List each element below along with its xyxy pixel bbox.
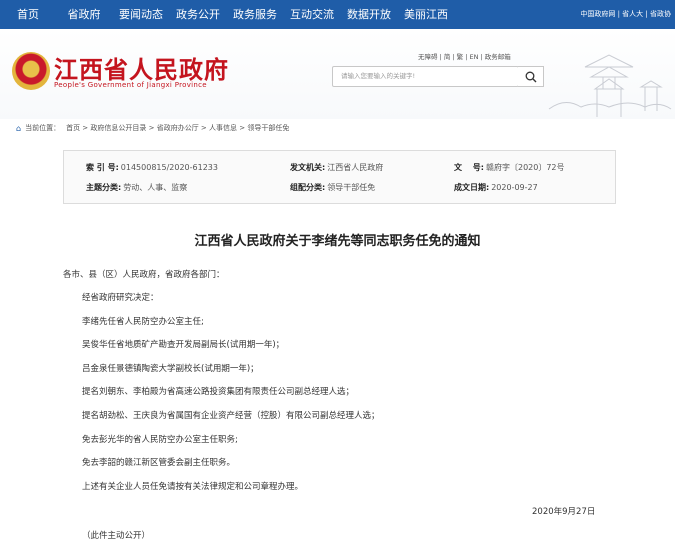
meta-topic: 主题分类: 劳动、人事、监察 [86,182,187,193]
nav-item-home[interactable]: 首页 [0,0,56,29]
site-subtitle: People's Government of Jiangxi Province [54,81,207,89]
nav-item-gov-services[interactable]: 政务服务 [226,0,284,29]
document-line: 吕金泉任景德镇陶瓷大学副校长(试用期一年)； [82,364,259,374]
meta-date-value: 2020-09-27 [491,183,538,192]
meta-docno: 文 号: 赣府字〔2020〕72号 [454,162,565,173]
top-right-links[interactable]: 中国政府网 | 省人大 | 省政协 [580,0,671,29]
search-button[interactable] [518,66,544,87]
meta-date-label: 成文日期: [454,183,490,192]
meta-topic-label: 主题分类: [86,183,122,192]
nav-item-open-data[interactable]: 数据开放 [340,0,398,29]
document-meta-box: 索 引 号: 014500815/2020-61233 发文机关: 江西省人民政府 … [63,150,616,204]
nav-item-gov-affairs-public[interactable]: 政务公开 [170,0,226,29]
document-line: 免去李韶的赣江新区管委会副主任职务。 [82,458,236,468]
meta-index-label: 索 引 号: [86,163,119,172]
search-input[interactable]: 请输入您要输入的关键字! [332,66,519,87]
home-icon: ⌂ [16,123,22,133]
document-footer-note: （此件主动公开） [82,531,151,541]
document-date: 2020年9月27日 [532,507,596,517]
utility-links[interactable]: 无障碍 | 简 | 繁 | EN | 政务邮箱 [418,51,511,61]
meta-issuer-label: 发文机关: [290,163,326,172]
meta-index: 索 引 号: 014500815/2020-61233 [86,162,218,173]
meta-topic-value: 劳动、人事、监察 [123,183,188,192]
document-line: 上述有关企业人员任免请按有关法律规定和公司章程办理。 [82,482,304,492]
meta-category: 组配分类: 领导干部任免 [290,182,375,193]
breadcrumb-path[interactable]: 首页 > 政府信息公开目录 > 省政府办公厅 > 人事信息 > 领导干部任免 [66,123,289,133]
meta-category-value: 领导干部任免 [327,183,376,192]
document-line: 提名刘朝东、李柏殿为省高速公路投资集团有限责任公司副总经理人选； [82,387,355,397]
meta-date: 成文日期: 2020-09-27 [454,182,538,193]
document-line: 吴俊华任省地质矿产勘查开发局副局长(试用期一年)； [82,340,285,350]
document-line: 经省政府研究决定： [82,293,159,303]
meta-docno-value: 赣府字〔2020〕72号 [485,163,565,172]
meta-issuer: 发文机关: 江西省人民政府 [290,162,383,173]
breadcrumb: ⌂ 当前位置： 首页 > 政府信息公开目录 > 省政府办公厅 > 人事信息 > … [16,123,289,133]
breadcrumb-label: 当前位置： [25,124,61,132]
document-line: 李绪先任省人民防空办公室主任; [82,317,204,327]
nav-item-news[interactable]: 要闻动态 [112,0,170,29]
document-salutation: 各市、县（区）人民政府，省政府各部门： [63,270,225,280]
meta-issuer-value: 江西省人民政府 [327,163,384,172]
document-line: 免去彭光华的省人民防空办公室主任职务; [82,435,238,445]
document-title: 江西省人民政府关于李绪先等同志职务任免的通知 [194,234,481,249]
nav-item-interaction[interactable]: 互动交流 [284,0,340,29]
meta-docno-label: 文 号: [454,163,484,172]
nav-item-beautiful-jiangxi[interactable]: 美丽江西 [398,0,454,29]
document-line: 提名胡劲松、王庆良为省属国有企业资产经营（控股）有限公司副总经理人选； [82,411,380,421]
meta-index-value: 014500815/2020-61233 [120,163,218,172]
top-nav-bar: 首页 省政府 要闻动态 政务公开 政务服务 互动交流 数据开放 美丽江西 中国政… [0,0,675,29]
top-nav-items: 首页 省政府 要闻动态 政务公开 政务服务 互动交流 数据开放 美丽江西 [0,0,454,29]
nav-item-province-gov[interactable]: 省政府 [56,0,112,29]
header-banner: 江西省人民政府 People's Government of Jiangxi P… [0,29,675,119]
national-emblem-icon [12,52,50,90]
site-title[interactable]: 江西省人民政府 [54,50,229,85]
pavilion-skyline-icon [548,54,672,117]
search-icon [525,71,537,83]
meta-category-label: 组配分类: [290,183,326,192]
